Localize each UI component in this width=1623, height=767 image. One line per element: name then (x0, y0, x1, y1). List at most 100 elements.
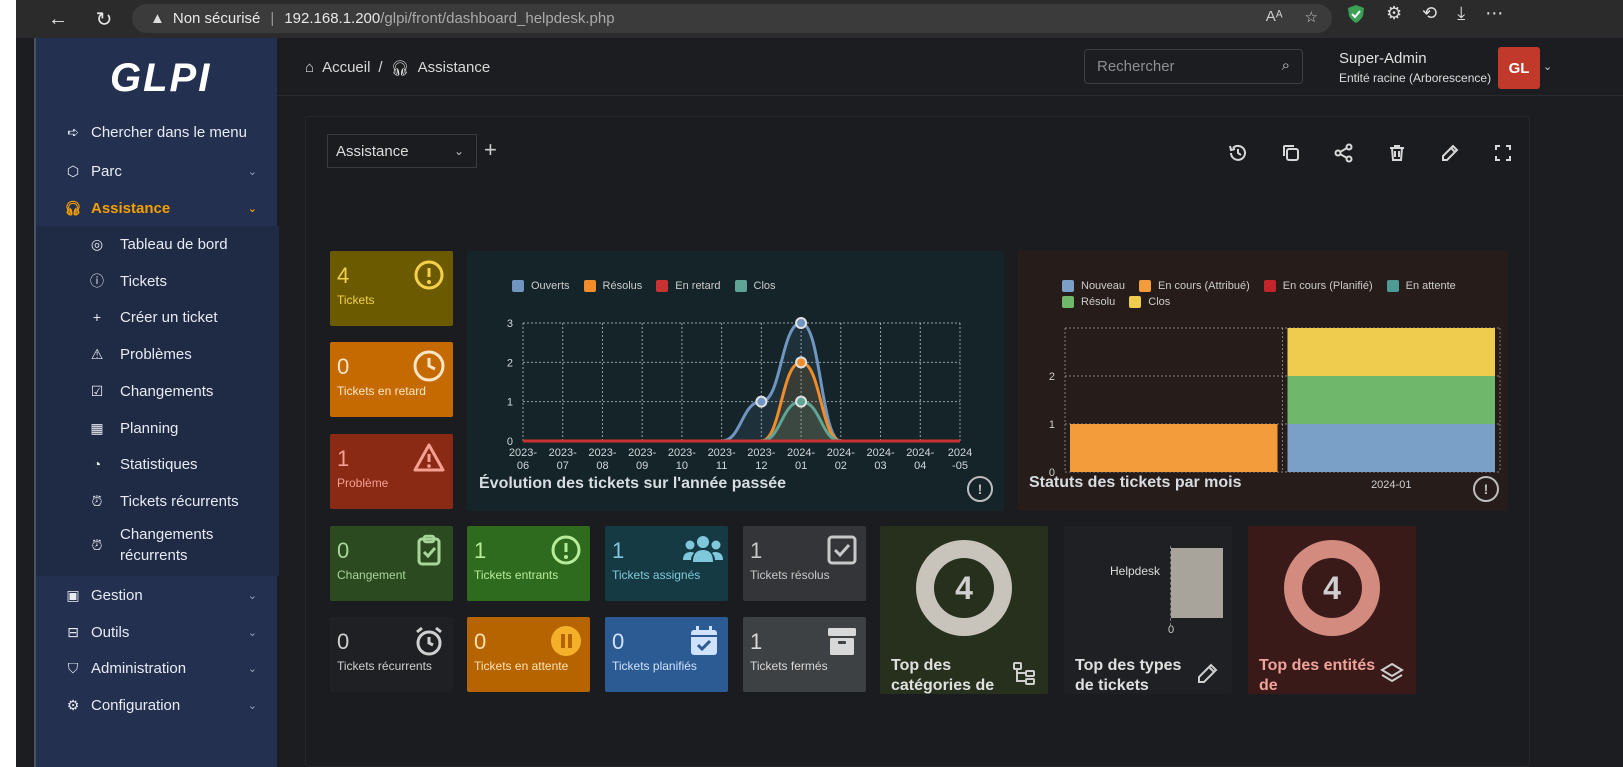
pie-chart-icon: ◔ (92, 456, 102, 472)
x-tick-label: 2024- (866, 447, 894, 459)
tile-recurrent-tickets[interactable]: 0 Tickets récurrents (330, 617, 453, 692)
tile-planned-tickets[interactable]: 0 Tickets planifiés (605, 617, 728, 692)
tile-resolved-tickets[interactable]: 1 Tickets résolus (743, 526, 866, 601)
download-icon[interactable]: ⤓ (1457, 3, 1465, 24)
history-icon[interactable] (1228, 143, 1248, 163)
security-warning: Non sécurisé (172, 10, 261, 27)
share-icon[interactable] (1334, 143, 1354, 163)
x-tick-label: 08 (596, 460, 608, 472)
sidebar-item-outils[interactable]: ⊟ Outils ⌄ (36, 614, 279, 650)
clipboard-check-icon: ☑ (90, 382, 104, 399)
history-icon[interactable]: ⟲ (1422, 3, 1437, 24)
dashboard-toolbar (1228, 143, 1513, 163)
chevron-down-icon[interactable]: ⌄ (1543, 60, 1552, 73)
dashboard-panel: Assistance ⌄ + 4 Tickets 0 Tickets en re… (305, 116, 1530, 767)
copy-icon[interactable] (1281, 143, 1301, 163)
data-point (795, 317, 808, 329)
top-ticket-types-card[interactable]: Helpdesk 0 Top des types de tickets (1064, 526, 1232, 694)
top-categories-card[interactable]: 4 Top des catégories de (880, 526, 1048, 694)
x-tick-label: 02 (835, 460, 847, 472)
arrow-right-icon: ➪ (67, 123, 79, 140)
calendar-icon: ▦ (90, 419, 104, 436)
tile-problem[interactable]: 1 Problème (330, 434, 453, 509)
sidebar-subitem-changes[interactable]: ☑ Changements (36, 373, 279, 409)
sidebar-item-gestion[interactable]: ▣ Gestion ⌄ (36, 577, 279, 613)
avatar[interactable]: GL (1498, 47, 1540, 89)
read-aloud-icon[interactable]: Aᴬ (1266, 8, 1283, 26)
info-icon[interactable]: ! (967, 476, 993, 502)
chevron-down-icon: ⌄ (453, 144, 464, 158)
add-dashboard-button[interactable]: + (484, 137, 497, 163)
pause-icon (551, 626, 581, 656)
address-bar[interactable]: ▲ Non sécurisé | 192.168.1.200/glpi/fron… (132, 4, 1332, 33)
chevron-down-icon: ⌄ (247, 165, 257, 178)
bar-segment (1287, 424, 1495, 472)
more-menu-icon[interactable]: ⋯ (1485, 3, 1503, 24)
sidebar-item-configuration[interactable]: ⚙ Configuration ⌄ (36, 687, 279, 723)
sidebar-item-assistance[interactable]: 🎧︎ Assistance ⌄ (36, 190, 279, 226)
breadcrumb-home[interactable]: Accueil (322, 59, 370, 77)
extensions-icon[interactable]: ⚙ (1386, 3, 1402, 24)
hierarchy-icon (1013, 662, 1035, 685)
tile-incoming-tickets[interactable]: 1 Tickets entrants (467, 526, 590, 601)
plus-icon: + (92, 309, 102, 325)
search-box: ⌕ (1084, 49, 1303, 84)
fullscreen-icon[interactable] (1493, 143, 1513, 163)
sidebar-subitem-problems[interactable]: ⚠ Problèmes (36, 336, 279, 372)
x-tick-label: 2024-01 (1371, 479, 1411, 491)
favorite-star-icon[interactable]: ☆ (1305, 8, 1318, 26)
user-entity: Entité racine (Arborescence) (1339, 71, 1492, 85)
x-tick-label: 06 (517, 460, 529, 472)
sidebar-subitem-create-ticket[interactable]: + Créer un ticket (36, 299, 279, 335)
sidebar-subitem-planning[interactable]: ▦ Planning (36, 410, 279, 446)
chevron-down-icon: ⌄ (247, 626, 257, 639)
warning-icon: ▲ (150, 10, 165, 27)
x-tick-label: 2023- (588, 447, 616, 459)
x-tick-label: 2024- (827, 447, 855, 459)
warning-icon: ⚠ (90, 345, 104, 362)
y-tick-label: 3 (507, 318, 513, 330)
y-tick-label: 2 (507, 357, 513, 369)
sidebar-item-search-menu[interactable]: ➪ Chercher dans le menu (36, 114, 279, 150)
tile-tickets-late[interactable]: 0 Tickets en retard (330, 342, 453, 417)
sidebar-subitem-statistics[interactable]: ◔ Statistiques (36, 446, 279, 482)
count-ring: 4 (1284, 540, 1380, 636)
search-icon[interactable]: ⌕ (1282, 57, 1290, 74)
x-tick-label: 10 (676, 460, 688, 472)
shield-extension-icon[interactable] (1346, 4, 1366, 24)
gear-icon: ⚙ (66, 696, 80, 713)
x-tick-label: -05 (952, 460, 968, 472)
tile-closed-tickets[interactable]: 1 Tickets fermés (743, 617, 866, 692)
y-tick-label: 2 (1049, 371, 1055, 383)
top-entities-card[interactable]: 4 Top des entités de (1248, 526, 1416, 694)
sidebar-item-parc[interactable]: ⬡ Parc ⌄ (36, 153, 279, 189)
clipboard-check-icon (417, 534, 441, 566)
dashboard-select[interactable]: Assistance ⌄ (327, 134, 477, 168)
alert-circle-icon: ⓘ (90, 273, 104, 289)
bar (1171, 548, 1223, 618)
edit-icon[interactable] (1440, 143, 1460, 163)
tickets-evolution-chart: Ouverts Résolus En retard Clos 0 1 2 3 2023- 06 2… (467, 251, 1004, 511)
alert-circle-icon (414, 260, 444, 290)
tile-pending-tickets[interactable]: 0 Tickets en attente (467, 617, 590, 692)
x-tick-label: 2023- (509, 447, 537, 459)
info-icon[interactable]: ! (1473, 476, 1499, 502)
trash-icon[interactable] (1387, 143, 1407, 163)
reload-icon[interactable]: ↻ (88, 3, 120, 35)
sidebar-subitem-tickets[interactable]: ⓘ Tickets (36, 263, 279, 299)
sidebar-subitem-dashboard[interactable]: ◎ Tableau de bord (36, 226, 279, 262)
sidebar-subitem-recurrent-changes[interactable]: ⏰︎ Changements récurrents (36, 520, 279, 570)
sidebar-subitem-recurrent-tickets[interactable]: ⏰︎ Tickets récurrents (36, 483, 279, 519)
sidebar-item-administration[interactable]: ⛉ Administration ⌄ (36, 650, 279, 686)
x-tick-label: 2024- (787, 447, 815, 459)
chevron-down-icon: ⌄ (247, 662, 257, 675)
tile-change[interactable]: 0 Changement (330, 526, 453, 601)
search-input[interactable] (1097, 58, 1267, 75)
alarm-icon: ⏰︎ (91, 536, 103, 553)
tile-assigned-tickets[interactable]: 1 Tickets assignés (605, 526, 728, 601)
glpi-logo[interactable]: GLPI (110, 56, 211, 101)
back-icon[interactable]: ← (42, 3, 74, 35)
tile-tickets[interactable]: 4 Tickets (330, 251, 453, 326)
breadcrumb-current[interactable]: Assistance (418, 59, 491, 77)
user-menu[interactable]: Super-Admin Entité racine (Arborescence) (1339, 50, 1491, 85)
